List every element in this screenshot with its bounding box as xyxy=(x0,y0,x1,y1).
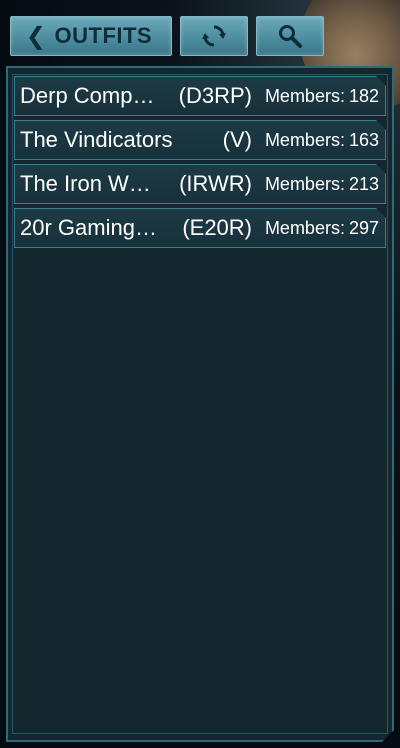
search-button[interactable] xyxy=(256,16,324,56)
outfit-tag: (D3RP) xyxy=(178,83,252,108)
outfit-name: The Vindicators xyxy=(20,127,173,152)
outfit-row[interactable]: The Vindicators (V) Members: 163 xyxy=(14,120,386,160)
refresh-icon xyxy=(202,25,226,47)
outfit-row[interactable]: The Iron W… (IRWR) Members: 213 xyxy=(14,164,386,204)
members-label: Members: xyxy=(264,129,345,150)
members-count: 163 xyxy=(348,129,379,150)
outfit-members: Members: 297 xyxy=(265,218,385,239)
outfit-tag: (E20R) xyxy=(182,215,252,240)
outfit-name: The Iron W… xyxy=(20,171,151,196)
outfit-row[interactable]: Derp Comp… (D3RP) Members: 182 xyxy=(14,76,386,116)
members-label: Members: xyxy=(264,173,345,194)
header-bar: ❮ OUTFITS xyxy=(0,0,400,66)
members-label: Members: xyxy=(264,85,345,106)
search-icon xyxy=(279,25,302,48)
outfit-row[interactable]: 20r Gaming… (E20R) Members: 297 xyxy=(14,208,386,248)
refresh-button[interactable] xyxy=(180,16,248,56)
chevron-left-icon: ❮ xyxy=(25,22,47,50)
outfit-members: Members: 182 xyxy=(265,86,385,107)
outfit-tag: (IRWR) xyxy=(179,171,252,196)
members-label: Members: xyxy=(264,217,345,238)
back-button[interactable]: ❮ OUTFITS xyxy=(10,16,172,56)
outfit-list: Derp Comp… (D3RP) Members: 182 The Vindic… xyxy=(14,76,386,252)
back-label: OUTFITS xyxy=(54,23,153,48)
outfit-members: Members: 163 xyxy=(265,130,385,151)
app-root: ❮ OUTFITS Derp Comp… (D3RP) Members: 182… xyxy=(0,0,400,748)
outfit-name: Derp Comp… xyxy=(20,83,155,108)
outfit-members: Members: 213 xyxy=(265,174,385,195)
members-count: 182 xyxy=(348,85,379,106)
outfit-tag: (V) xyxy=(222,127,252,152)
members-count: 213 xyxy=(348,173,379,194)
outfit-name: 20r Gaming… xyxy=(20,215,157,240)
members-count: 297 xyxy=(348,217,379,238)
